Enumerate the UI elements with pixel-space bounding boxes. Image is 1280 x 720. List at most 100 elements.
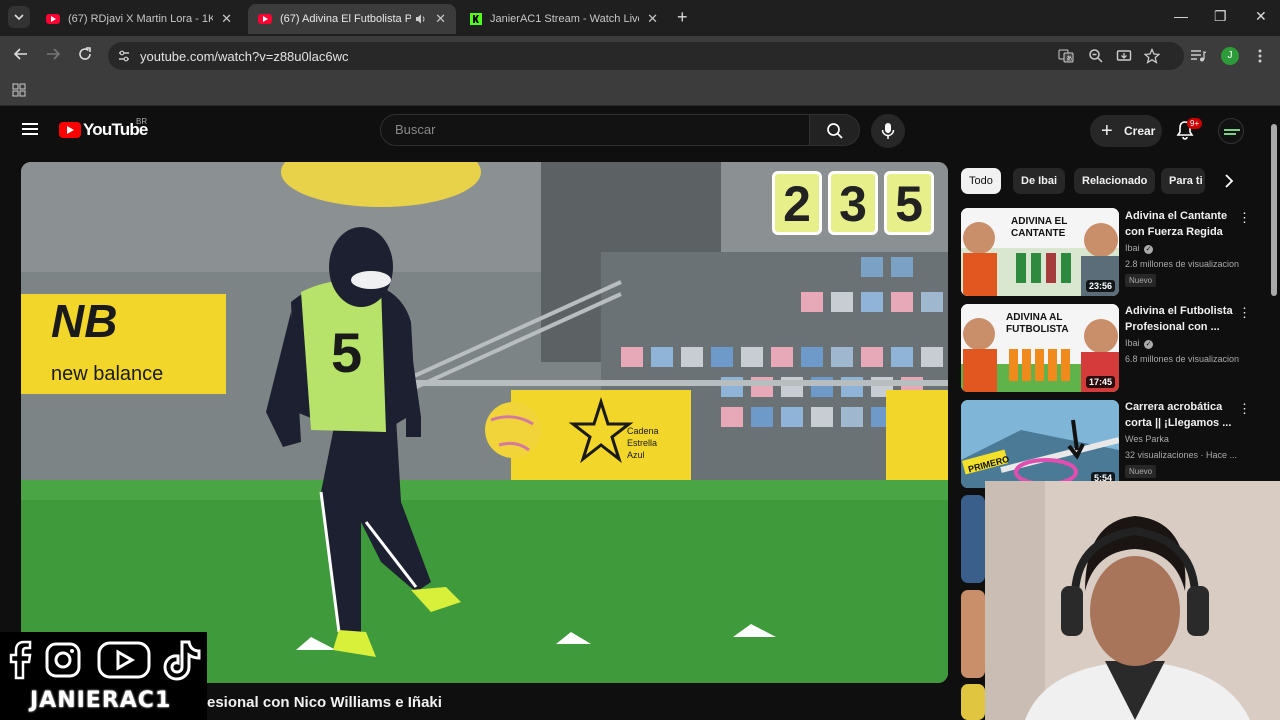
create-label: Crear bbox=[1124, 124, 1156, 138]
tab-search-button[interactable] bbox=[8, 6, 30, 28]
bookmark-star-icon[interactable] bbox=[1144, 48, 1160, 64]
forward-icon[interactable] bbox=[45, 46, 61, 62]
close-window-icon[interactable]: ✕ bbox=[1255, 8, 1267, 25]
kick-icon bbox=[470, 13, 482, 25]
duration-badge: 23:56 bbox=[1085, 280, 1115, 292]
media-control-icon[interactable] bbox=[1190, 48, 1206, 64]
restore-icon[interactable]: ❐ bbox=[1214, 8, 1227, 25]
youtube-icon bbox=[97, 641, 151, 679]
svg-text:FUTBOLISTA: FUTBOLISTA bbox=[1006, 324, 1069, 335]
rec-title-3[interactable]: Carrera acrobática corta || ¡Llegamos ..… bbox=[1125, 399, 1233, 431]
chip-relacionado[interactable]: Relacionado bbox=[1074, 168, 1156, 194]
svg-text:あ: あ bbox=[1066, 56, 1072, 63]
apps-grid-icon[interactable] bbox=[12, 83, 26, 97]
banner-brand: new balance bbox=[51, 363, 163, 385]
url-text: youtube.com/watch?v=z88u0lac6wc bbox=[140, 49, 349, 64]
search-placeholder: Buscar bbox=[395, 122, 436, 137]
facebook-icon bbox=[9, 640, 32, 680]
rec-thumbnail-4[interactable] bbox=[961, 495, 985, 583]
chevron-down-icon bbox=[14, 14, 24, 21]
svg-text:Azul: Azul bbox=[627, 450, 645, 460]
search-input[interactable]: Buscar bbox=[380, 114, 810, 146]
rec-thumbnail-2[interactable]: ADIVINA AL FUTBOLISTA 17:45 bbox=[961, 304, 1119, 392]
browser-toolbar: youtube.com/watch?v=z88u0lac6wc あ J bbox=[0, 36, 1280, 76]
bib-number: 5 bbox=[331, 321, 362, 384]
tiktok-icon bbox=[163, 640, 201, 681]
rec-thumbnail-6[interactable] bbox=[961, 684, 985, 720]
new-tab-button[interactable]: + bbox=[677, 7, 688, 28]
svg-text:ADIVINA EL: ADIVINA EL bbox=[1011, 216, 1067, 227]
notification-count-badge: 9+ bbox=[1187, 118, 1203, 129]
rec-title-2[interactable]: Adivina el Futbolista Profesional con ..… bbox=[1125, 303, 1233, 335]
video-title: esional con Nico Williams e Iñaki bbox=[207, 694, 442, 711]
chevron-right-icon[interactable] bbox=[1222, 173, 1236, 189]
profile-avatar[interactable]: J bbox=[1221, 47, 1239, 65]
search-button[interactable] bbox=[810, 114, 860, 146]
minimize-icon[interactable]: — bbox=[1174, 8, 1188, 24]
streamer-name: JANIERAC1 bbox=[30, 688, 172, 713]
channel-name: Ibai bbox=[1125, 338, 1140, 348]
more-options-icon[interactable] bbox=[1257, 48, 1263, 64]
browser-tab-2[interactable]: (67) Adivina El Futbolista Pr ✕ bbox=[248, 4, 456, 34]
create-button[interactable]: + Crear bbox=[1090, 115, 1162, 147]
translate-icon[interactable]: あ bbox=[1058, 48, 1074, 64]
plus-icon: + bbox=[1101, 120, 1113, 142]
more-vert-icon[interactable]: ⋮ bbox=[1238, 305, 1251, 321]
channel-avatar[interactable] bbox=[1218, 118, 1244, 144]
search-icon bbox=[827, 123, 843, 139]
avatar-logo-icon bbox=[1224, 129, 1240, 135]
hamburger-menu-icon[interactable] bbox=[22, 123, 38, 135]
instagram-icon bbox=[45, 642, 81, 678]
youtube-icon bbox=[46, 14, 60, 24]
speaker-icon[interactable] bbox=[415, 13, 427, 25]
browser-tab-3[interactable]: JanierAC1 Stream - Watch Live ✕ bbox=[460, 4, 668, 34]
svg-text:NB: NB bbox=[51, 295, 117, 347]
scrollbar-thumb[interactable] bbox=[1271, 124, 1277, 296]
webcam-overlay bbox=[985, 481, 1280, 720]
score-digit-1: 2 bbox=[772, 171, 822, 235]
more-vert-icon[interactable]: ⋮ bbox=[1238, 401, 1251, 417]
youtube-logo-icon[interactable] bbox=[59, 122, 81, 138]
profile-initial: J bbox=[1227, 50, 1233, 61]
video-player[interactable]: NB new balance Cadena Estrella Azul 5 2 … bbox=[21, 162, 948, 683]
video-frame: NB new balance Cadena Estrella Azul 5 bbox=[21, 162, 948, 683]
rec-channel-3[interactable]: Wes Parka bbox=[1125, 434, 1169, 444]
webcam-feed bbox=[985, 481, 1280, 720]
browser-tab-1[interactable]: (67) RDjavi X Martin Lora - 1K E ✕ bbox=[36, 4, 242, 34]
rec-channel-2[interactable]: Ibai ✓ bbox=[1125, 338, 1154, 349]
new-badge: Nuevo bbox=[1125, 465, 1157, 478]
rec-views-2: 6.8 millones de visualizacion bbox=[1125, 354, 1240, 364]
score-digit-2: 3 bbox=[828, 171, 878, 235]
site-settings-icon[interactable] bbox=[117, 49, 131, 63]
chip-de-ibai[interactable]: De Ibai bbox=[1013, 168, 1066, 194]
svg-text:Cadena: Cadena bbox=[627, 426, 659, 436]
voice-search-button[interactable] bbox=[871, 114, 905, 148]
page-scrollbar[interactable] bbox=[1270, 110, 1278, 300]
rec-thumbnail-3[interactable]: PRIMERO 5:54 bbox=[961, 400, 1119, 488]
tab-title: (67) RDjavi X Martin Lora - 1K E bbox=[68, 13, 214, 25]
microphone-icon bbox=[881, 123, 895, 139]
chip-todo[interactable]: Todo bbox=[961, 168, 1001, 194]
new-badge: Nuevo bbox=[1125, 274, 1157, 287]
youtube-icon bbox=[258, 14, 272, 24]
more-vert-icon[interactable]: ⋮ bbox=[1238, 210, 1251, 226]
close-icon[interactable]: ✕ bbox=[221, 11, 232, 27]
region-code: BR bbox=[136, 117, 148, 126]
close-icon[interactable]: ✕ bbox=[647, 11, 658, 27]
rec-channel-1[interactable]: Ibai ✓ bbox=[1125, 243, 1154, 254]
rec-thumbnail-1[interactable]: ADIVINA EL CANTANTE 23:56 bbox=[961, 208, 1119, 296]
close-icon[interactable]: ✕ bbox=[435, 11, 446, 27]
svg-text:Estrella: Estrella bbox=[627, 438, 657, 448]
reload-icon[interactable] bbox=[77, 46, 93, 62]
back-icon[interactable] bbox=[13, 46, 29, 62]
tab-title: (67) Adivina El Futbolista Pr bbox=[280, 13, 412, 25]
rec-thumbnail-5[interactable] bbox=[961, 590, 985, 678]
verified-icon: ✓ bbox=[1144, 245, 1154, 254]
install-app-icon[interactable] bbox=[1116, 48, 1132, 64]
chip-para-ti[interactable]: Para ti bbox=[1161, 168, 1205, 194]
address-bar[interactable]: youtube.com/watch?v=z88u0lac6wc あ bbox=[108, 42, 1184, 70]
youtube-header: YouTube BR Buscar + Crear 9+ bbox=[0, 106, 1270, 156]
score-digit-3: 5 bbox=[884, 171, 934, 235]
rec-title-1[interactable]: Adivina el Cantante con Fuerza Regida bbox=[1125, 208, 1233, 240]
zoom-icon[interactable] bbox=[1088, 48, 1104, 64]
